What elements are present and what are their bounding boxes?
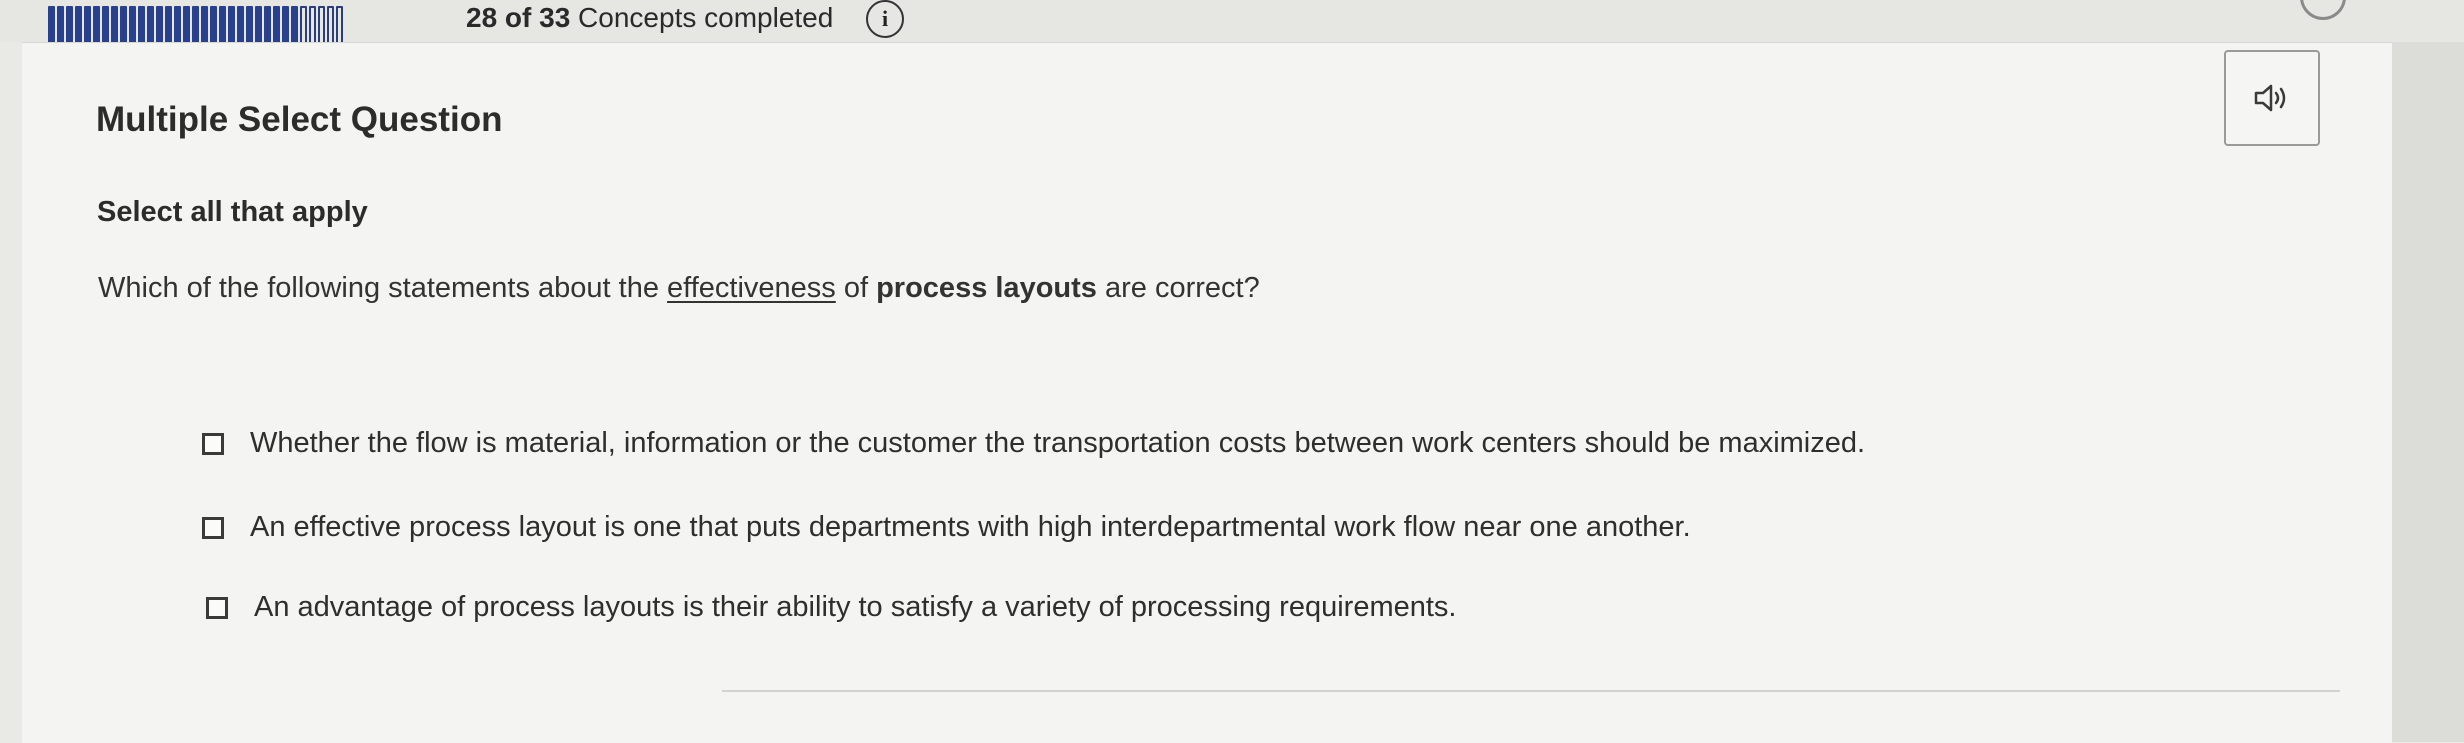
progress-segment-incomplete <box>300 6 307 46</box>
progress-segment-complete <box>264 6 271 46</box>
info-icon[interactable]: i <box>866 0 904 38</box>
progress-segment-complete <box>165 6 172 46</box>
progress-segment-complete <box>129 6 136 46</box>
option-label: An advantage of process layouts is their… <box>254 591 1457 623</box>
progress-segment-complete <box>102 6 109 46</box>
concept-progress-bar <box>48 6 450 46</box>
option-checkbox[interactable] <box>202 432 224 455</box>
progress-segment-complete <box>120 6 127 46</box>
progress-segment-complete <box>291 6 298 46</box>
progress-segment-complete <box>201 6 208 46</box>
question-instruction: Select all that apply <box>97 196 368 228</box>
progress-segment-complete <box>147 6 154 46</box>
option-checkbox[interactable] <box>202 516 224 539</box>
option-label: Whether the flow is material, informatio… <box>250 427 1866 459</box>
progress-segment-complete <box>174 6 181 46</box>
stem-bold-term: process layouts <box>876 272 1097 304</box>
progress-segment-complete <box>183 6 190 46</box>
progress-segment-complete <box>75 6 82 46</box>
question-type-title: Multiple Select Question <box>96 100 503 139</box>
answer-option-3[interactable]: An advantage of process layouts is their… <box>206 591 1456 624</box>
progress-segment-complete <box>156 6 163 46</box>
progress-label: 28 of 33 Concepts completed <box>466 2 833 34</box>
progress-segment-complete <box>246 6 253 46</box>
progress-segment-complete <box>93 6 100 46</box>
progress-segment-complete <box>255 6 262 46</box>
progress-segment-complete <box>192 6 199 46</box>
progress-segment-complete <box>84 6 91 46</box>
progress-segment-complete <box>282 6 289 46</box>
option-label: An effective process layout is one that … <box>250 511 1691 543</box>
question-card <box>22 42 2392 743</box>
progress-header: 28 of 33 Concepts completed i <box>0 0 2464 46</box>
progress-segment-complete <box>57 6 64 46</box>
answer-option-1[interactable]: Whether the flow is material, informatio… <box>202 427 1865 460</box>
progress-segment-complete <box>228 6 235 46</box>
progress-segment-incomplete <box>327 6 334 46</box>
stem-text-middle: of <box>835 272 877 304</box>
progress-segment-complete <box>48 6 55 46</box>
question-stem: Which of the following statements about … <box>98 272 1260 305</box>
right-panel-strip <box>2392 42 2464 742</box>
stem-text-before: Which of the following statements about … <box>98 272 668 304</box>
stem-text-after: are correct? <box>1096 272 1260 304</box>
progress-count: 28 of 33 <box>466 2 571 33</box>
progress-segment-complete <box>210 6 217 46</box>
progress-segment-complete <box>66 6 73 46</box>
corner-control[interactable] <box>2300 0 2346 20</box>
progress-suffix: Concepts completed <box>570 2 834 33</box>
progress-segment-incomplete <box>318 6 325 46</box>
read-aloud-button[interactable] <box>2224 50 2320 146</box>
stem-underlined-term: effectiveness <box>667 272 836 304</box>
progress-segment-complete <box>237 6 244 46</box>
progress-segment-incomplete <box>336 6 343 46</box>
answer-option-2[interactable]: An effective process layout is one that … <box>202 511 1691 544</box>
progress-segment-complete <box>219 6 226 46</box>
progress-segment-complete <box>111 6 118 46</box>
speaker-icon <box>2254 84 2286 112</box>
option-checkbox[interactable] <box>206 596 228 619</box>
progress-segment-complete <box>273 6 280 46</box>
section-divider <box>722 690 2340 692</box>
progress-segment-complete <box>138 6 145 46</box>
progress-segment-incomplete <box>309 6 316 46</box>
